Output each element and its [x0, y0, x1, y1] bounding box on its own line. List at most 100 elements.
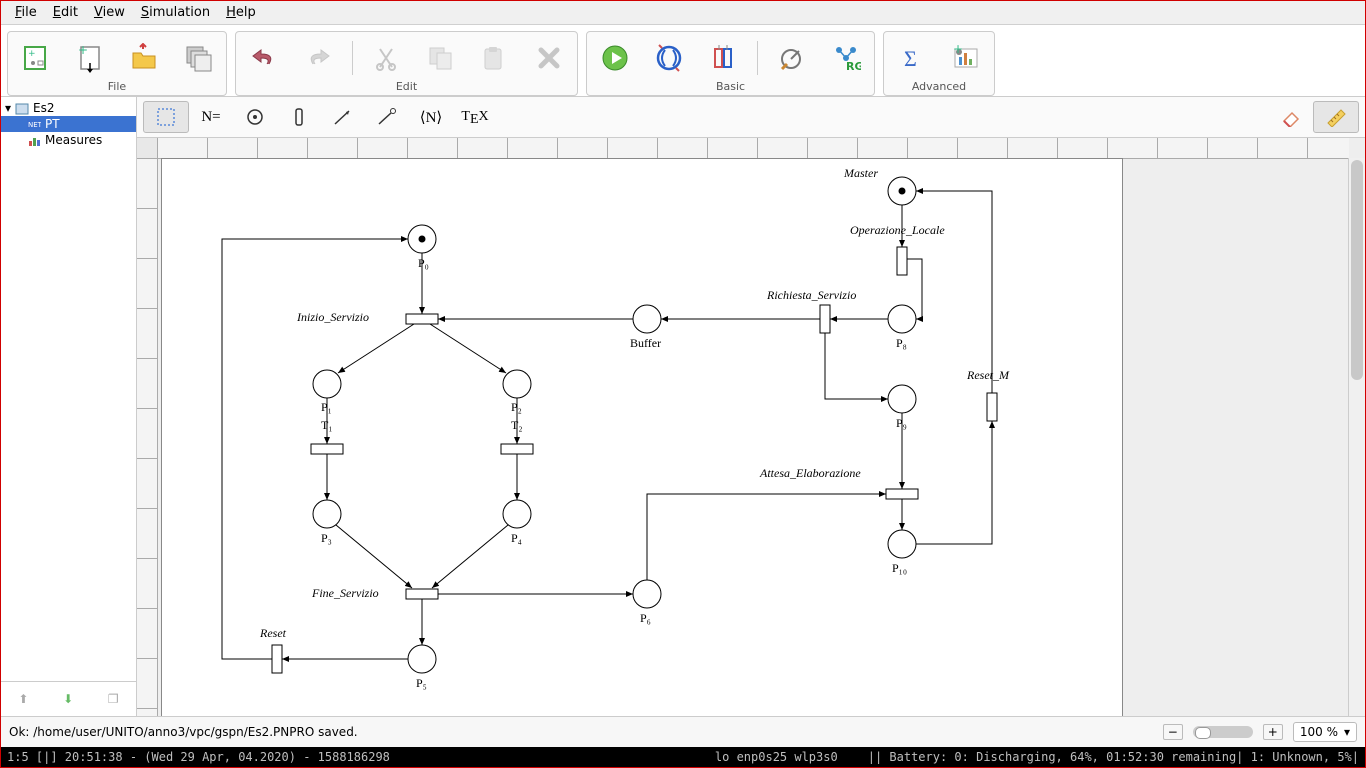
place-buffer[interactable] — [633, 305, 661, 333]
ruler-corner — [137, 138, 158, 159]
place-p1[interactable] — [313, 370, 341, 398]
svg-text:NET: NET — [28, 121, 41, 129]
zoom-in-button[interactable]: + — [1263, 724, 1283, 740]
transition-fine-servizio[interactable] — [406, 589, 438, 599]
collapse-icon[interactable]: ▾ — [5, 101, 11, 115]
svg-text:+: + — [28, 49, 36, 59]
vertical-scrollbar[interactable] — [1348, 158, 1365, 716]
transition-inizio-servizio[interactable] — [406, 314, 438, 324]
move-down-button[interactable]: ⬇ — [63, 692, 73, 706]
chevron-down-icon: ▾ — [1344, 725, 1350, 739]
ruler-toggle[interactable] — [1313, 101, 1359, 133]
place-label-p3: P₃ — [321, 531, 332, 545]
place-p2[interactable] — [503, 370, 531, 398]
sysbar-left: 1:5 [|] 20:51:38 - (Wed 29 Apr, 04.2020)… — [7, 750, 390, 764]
nbrackets-tool[interactable]: ⟨N⟩ — [409, 102, 453, 132]
canvas[interactable]: P₀ Buffer Master P₈ P₉ P₁₀ — [161, 158, 1349, 716]
transition-t2[interactable] — [501, 444, 533, 454]
redo-button[interactable] — [298, 38, 338, 78]
eraser-tool[interactable] — [1269, 102, 1313, 132]
svg-text:+: + — [953, 43, 963, 56]
transition-operazione-locale[interactable] — [897, 247, 907, 275]
sigma-button[interactable]: Σ — [892, 38, 932, 78]
zoom-out-button[interactable]: − — [1163, 724, 1183, 740]
zoom-slider[interactable] — [1193, 726, 1253, 738]
toolbar-label-advanced: Advanced — [912, 78, 966, 93]
select-tool[interactable] — [143, 101, 189, 133]
inhibitor-arc-tool[interactable] — [365, 102, 409, 132]
menu-file[interactable]: FFileile — [7, 3, 45, 22]
copy-button[interactable] — [421, 38, 461, 78]
menu-help[interactable]: Help — [218, 3, 264, 22]
petri-net-page[interactable]: P₀ Buffer Master P₈ P₉ P₁₀ — [161, 158, 1123, 716]
menu-simulation[interactable]: Simulation — [133, 3, 218, 22]
place-master[interactable] — [888, 177, 916, 205]
place-p10[interactable] — [888, 530, 916, 558]
tree-node-pt[interactable]: NET PT — [1, 116, 136, 132]
place-p3[interactable] — [313, 500, 341, 528]
project-tree[interactable]: ▾ Es2 NET PT Measures — [1, 97, 136, 681]
place-label-p0: P₀ — [418, 256, 429, 270]
status-bar: Ok: /home/user/UNITO/anno3/vpc/gspn/Es2.… — [1, 716, 1365, 747]
toolbar-group-edit: Edit — [235, 31, 578, 96]
duplicate-button[interactable]: ❐ — [108, 692, 119, 706]
new-page-button[interactable]: + — [70, 38, 110, 78]
trans-label-richiesta: Richiesta_Servizio — [766, 288, 856, 302]
place-label-p8: P₈ — [896, 336, 907, 350]
trans-label-fine: Fine_Servizio — [311, 586, 379, 600]
undo-button[interactable] — [244, 38, 284, 78]
move-up-button[interactable]: ⬆ — [18, 692, 28, 706]
place-label-p10: P₁₀ — [892, 561, 907, 575]
tree-pt-label: PT — [45, 117, 60, 131]
menu-edit[interactable]: Edit — [45, 3, 86, 22]
arc-tool[interactable] — [321, 102, 365, 132]
place-label-buffer: Buffer — [630, 336, 661, 350]
place-label-p9: P₉ — [896, 416, 907, 430]
place-p8[interactable] — [888, 305, 916, 333]
tree-node-measures[interactable]: Measures — [1, 132, 136, 148]
transition-attesa-elaborazione[interactable] — [886, 489, 918, 499]
tex-tool[interactable]: TEX — [453, 102, 497, 132]
open-button[interactable] — [124, 38, 164, 78]
measure-tool-button[interactable] — [772, 38, 812, 78]
tree-root-es2[interactable]: ▾ Es2 — [1, 100, 136, 116]
zoom-combo[interactable]: 100 % ▾ — [1293, 722, 1357, 742]
toolbar-label-file: File — [108, 78, 126, 93]
unfolding-button[interactable] — [703, 38, 743, 78]
advanced-analysis-button[interactable]: + — [946, 38, 986, 78]
place-p0[interactable] — [408, 225, 436, 253]
transition-richiesta-servizio[interactable] — [820, 305, 830, 333]
ruler-horizontal[interactable] — [157, 138, 1349, 159]
trans-label-oplocale: Operazione_Locale — [850, 223, 945, 237]
place-tool[interactable] — [233, 102, 277, 132]
save-all-button[interactable] — [178, 38, 218, 78]
transition-reset[interactable] — [272, 645, 282, 673]
transition-tool[interactable] — [277, 102, 321, 132]
transition-reset-m[interactable] — [987, 393, 997, 421]
token-game-button[interactable] — [649, 38, 689, 78]
delete-button[interactable] — [529, 38, 569, 78]
place-label-p2: P₂ — [511, 400, 522, 414]
toolbar-group-file: + + File — [7, 31, 227, 96]
cut-button[interactable] — [367, 38, 407, 78]
paste-button[interactable] — [475, 38, 515, 78]
zoom-value: 100 % — [1300, 725, 1338, 739]
place-label-p6: P₆ — [640, 611, 651, 625]
project-sidebar: ▾ Es2 NET PT Measures ⬆ ⬇ ❐ — [1, 97, 137, 716]
play-button[interactable] — [595, 38, 635, 78]
place-p6[interactable] — [633, 580, 661, 608]
place-p9[interactable] — [888, 385, 916, 413]
place-p4[interactable] — [503, 500, 531, 528]
ruler-vertical[interactable] — [137, 158, 158, 716]
new-net-button[interactable]: + — [16, 38, 56, 78]
svg-text:Σ: Σ — [904, 46, 917, 71]
measures-icon — [27, 135, 41, 145]
place-label-p5: P₅ — [416, 676, 427, 690]
svg-text:+: + — [78, 43, 88, 57]
transition-t1[interactable] — [311, 444, 343, 454]
rg-button[interactable]: RG — [826, 38, 866, 78]
menu-view[interactable]: View — [86, 3, 133, 22]
neq-tool[interactable]: N= — [189, 102, 233, 132]
place-p5[interactable] — [408, 645, 436, 673]
editor-toolbar: N= ⟨N⟩ TEX — [137, 97, 1365, 138]
